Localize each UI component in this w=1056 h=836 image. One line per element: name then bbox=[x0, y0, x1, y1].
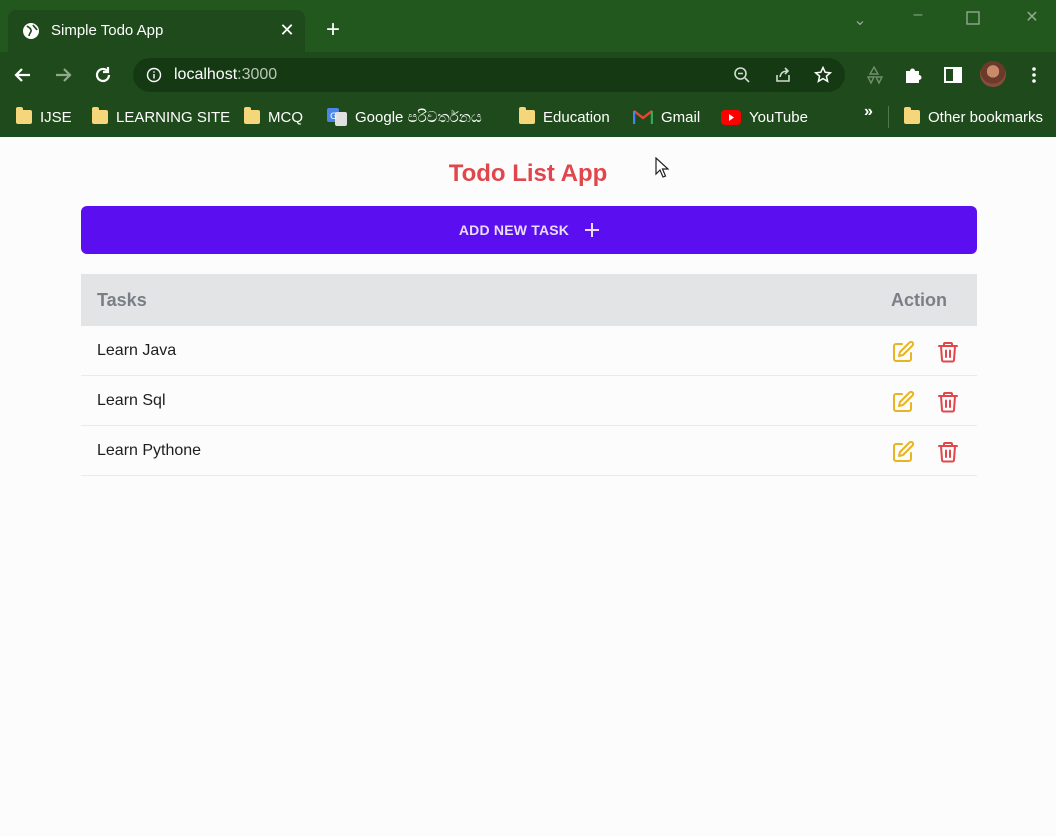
page-title: Todo List App bbox=[448, 160, 608, 187]
url-text: localhost:3000 bbox=[174, 66, 278, 83]
maximize-icon[interactable] bbox=[966, 11, 980, 25]
edit-icon[interactable] bbox=[891, 440, 915, 464]
browser-chrome: Simple Todo App ✕ + ⌄ – ✕ localhost:3000 bbox=[0, 0, 1056, 137]
bookmark-google-translate[interactable]: G Google පරිවර්තනය bbox=[327, 106, 482, 128]
star-icon[interactable] bbox=[814, 66, 832, 84]
minimize-icon[interactable]: – bbox=[908, 6, 928, 24]
new-tab-icon[interactable]: + bbox=[322, 18, 344, 42]
bookmark-youtube[interactable]: YouTube bbox=[721, 106, 808, 128]
folder-icon bbox=[92, 107, 108, 124]
close-tab-icon[interactable]: ✕ bbox=[278, 21, 296, 39]
browser-toolbar: localhost:3000 bbox=[0, 52, 1056, 98]
bookmark-gmail[interactable]: Gmail bbox=[633, 106, 700, 128]
bookmark-ijse[interactable]: IJSE bbox=[16, 106, 72, 128]
edit-icon[interactable] bbox=[891, 390, 915, 414]
task-text: Learn Sql bbox=[97, 392, 166, 409]
back-arrow-icon[interactable] bbox=[12, 64, 34, 86]
folder-icon bbox=[244, 107, 260, 124]
table-row: Learn Pythone bbox=[81, 426, 977, 476]
youtube-icon bbox=[721, 109, 741, 125]
puzzle-extensions-icon[interactable] bbox=[902, 64, 924, 86]
column-header-tasks: Tasks bbox=[97, 290, 147, 310]
trash-icon[interactable] bbox=[936, 390, 960, 414]
address-bar[interactable]: localhost:3000 bbox=[133, 58, 845, 92]
info-icon[interactable] bbox=[146, 67, 162, 83]
globe-icon bbox=[23, 23, 39, 39]
task-text: Learn Pythone bbox=[97, 442, 202, 459]
bookmark-education[interactable]: Education bbox=[519, 106, 610, 128]
folder-icon bbox=[904, 107, 920, 124]
profile-avatar[interactable] bbox=[980, 61, 1006, 87]
zoom-icon[interactable] bbox=[733, 66, 751, 84]
share-icon[interactable] bbox=[774, 66, 792, 84]
tab-title: Simple Todo App bbox=[51, 22, 164, 39]
more-bookmarks-chevron-icon[interactable]: » bbox=[864, 103, 873, 121]
kebab-menu-icon[interactable] bbox=[1023, 64, 1045, 86]
google-translate-icon: G bbox=[327, 108, 347, 126]
bookmark-mcq[interactable]: MCQ bbox=[244, 106, 303, 128]
side-panel-icon[interactable] bbox=[942, 64, 964, 86]
bookmarks-divider bbox=[888, 106, 889, 128]
folder-icon bbox=[519, 107, 535, 124]
plus-icon bbox=[585, 223, 600, 237]
bookmark-learning-site[interactable]: LEARNING SITE bbox=[92, 106, 230, 128]
trash-icon[interactable] bbox=[936, 440, 960, 464]
column-header-action: Action bbox=[891, 290, 947, 310]
gmail-icon bbox=[633, 110, 653, 124]
edit-icon[interactable] bbox=[891, 340, 915, 364]
tasks-table: Tasks Action Learn Java Learn Sql Learn … bbox=[81, 274, 977, 476]
table-row: Learn Sql bbox=[81, 376, 977, 426]
folder-icon bbox=[16, 107, 32, 124]
bookmarks-bar: IJSE LEARNING SITE MCQ G Google පරිවර්තන… bbox=[0, 98, 1056, 137]
chevron-down-icon[interactable]: ⌄ bbox=[850, 10, 870, 29]
add-task-label: ADD NEW TASK bbox=[458, 222, 570, 238]
bookmark-other[interactable]: Other bookmarks bbox=[904, 106, 1043, 128]
svg-text:G: G bbox=[330, 112, 337, 122]
mouse-pointer-icon bbox=[655, 157, 669, 178]
reload-icon[interactable] bbox=[92, 64, 114, 86]
close-window-icon[interactable]: ✕ bbox=[1022, 7, 1042, 26]
recycle-extension-icon[interactable] bbox=[863, 64, 885, 86]
trash-icon[interactable] bbox=[936, 340, 960, 364]
task-text: Learn Java bbox=[97, 342, 177, 359]
table-header: Tasks Action bbox=[81, 274, 977, 326]
forward-arrow-icon[interactable] bbox=[52, 64, 74, 86]
browser-tab[interactable]: Simple Todo App ✕ bbox=[8, 10, 305, 52]
add-new-task-button[interactable]: ADD NEW TASK bbox=[81, 206, 977, 254]
table-row: Learn Java bbox=[81, 326, 977, 376]
